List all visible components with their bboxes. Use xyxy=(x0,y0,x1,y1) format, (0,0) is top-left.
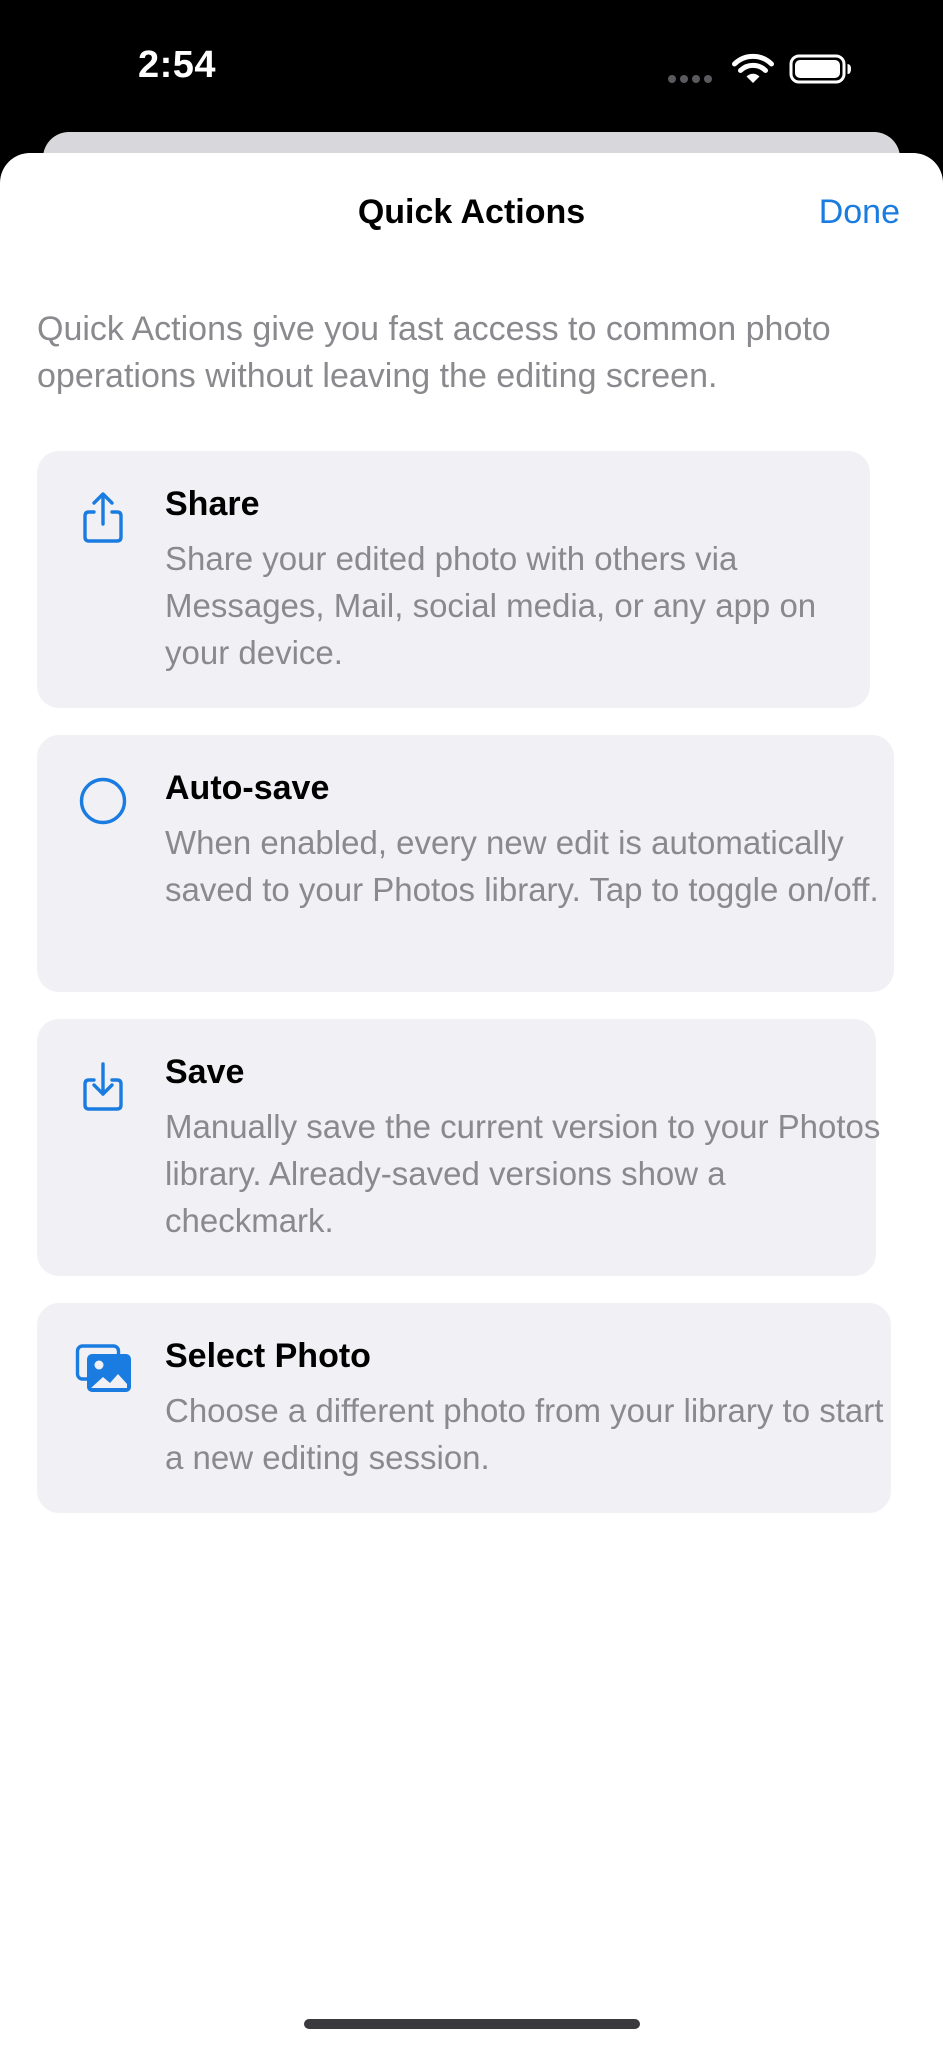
action-description: Choose a different photo from your libra… xyxy=(165,1392,884,1476)
status-time: 2:54 xyxy=(138,44,217,86)
action-card-share[interactable]: Share Share your edited photo with other… xyxy=(37,451,870,708)
action-title: Select Photo xyxy=(165,1337,371,1375)
action-title: Save xyxy=(165,1053,245,1091)
wifi-icon xyxy=(732,53,774,83)
photo-library-icon xyxy=(75,1344,131,1392)
action-description: Share your edited photo with others via … xyxy=(165,540,817,671)
intro-text: Quick Actions give you fast access to co… xyxy=(37,310,831,395)
action-description: When enabled, every new edit is automati… xyxy=(165,824,879,908)
action-card-select-photo[interactable]: Select Photo Choose a different photo fr… xyxy=(37,1303,891,1513)
battery-icon xyxy=(789,54,851,84)
status-bar: 2:54 xyxy=(0,0,943,130)
cellular-signal-icon xyxy=(668,75,714,83)
action-description: Manually save the current version to you… xyxy=(165,1108,881,1239)
action-title: Share xyxy=(165,485,260,523)
done-button[interactable]: Done xyxy=(819,193,900,232)
circle-toggle-icon[interactable] xyxy=(75,773,131,829)
sheet-title: Quick Actions xyxy=(357,193,586,231)
action-card-save[interactable]: Save Manually save the current version t… xyxy=(37,1019,880,1276)
home-indicator[interactable] xyxy=(304,2019,640,2029)
share-icon xyxy=(83,492,123,543)
quick-actions-sheet: Quick Actions Done Quick Actions give yo… xyxy=(0,153,943,2048)
action-card-auto-save[interactable]: Auto-save When enabled, every new edit i… xyxy=(37,735,894,992)
save-download-icon xyxy=(83,1062,123,1111)
action-title: Auto-save xyxy=(165,769,330,807)
